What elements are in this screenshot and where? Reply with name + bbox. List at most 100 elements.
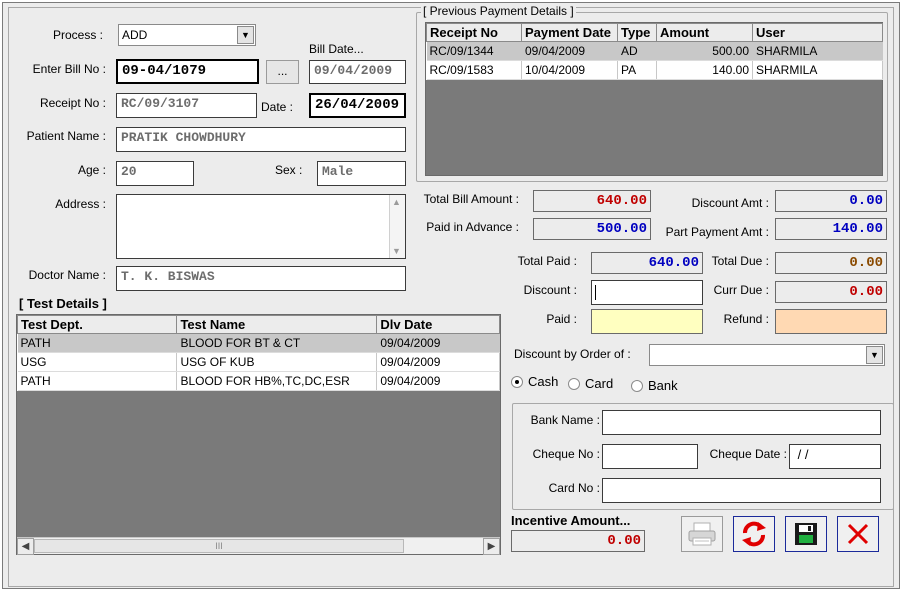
cell-dept: USG: [17, 352, 178, 372]
discount-amt-value: 0.00: [775, 190, 887, 212]
address-label: Address :: [55, 197, 106, 211]
bank-name-label: Bank Name :: [530, 413, 600, 427]
cheque-date-label: Cheque Date :: [709, 447, 787, 461]
table-row[interactable]: PATH BLOOD FOR HB%,TC,DC,ESR 09/04/2009: [17, 371, 500, 391]
card-radio[interactable]: Card: [568, 376, 613, 391]
card-no-label: Card No :: [548, 481, 600, 495]
print-button[interactable]: [681, 516, 723, 552]
scroll-right-icon[interactable]: ▶: [483, 538, 500, 555]
card-no-input[interactable]: [602, 478, 881, 503]
window: Process : ADD ▼ Bill Date... Enter Bill …: [2, 2, 900, 589]
discount-order-select[interactable]: ▼: [649, 344, 885, 366]
test-details-table: Test Dept. Test Name Dlv Date PATH BLOOD…: [16, 315, 500, 391]
paid-advance-value: 500.00: [533, 218, 651, 240]
doctor-name-label: Doctor Name :: [28, 268, 106, 282]
bill-date-field: 09/04/2009: [309, 60, 406, 84]
test-grid-hscrollbar[interactable]: ◀ III ▶: [17, 537, 500, 555]
discount-amt-label: Discount Amt :: [691, 196, 769, 210]
cell-type: PA: [617, 60, 657, 80]
col-receipt-no[interactable]: Receipt No: [426, 23, 522, 42]
previous-payments-grid[interactable]: Receipt No Payment Date Type Amount User…: [425, 22, 883, 176]
save-button[interactable]: [785, 516, 827, 552]
bill-date-label: Bill Date...: [309, 42, 364, 56]
cell-date: 09/04/2009: [376, 333, 500, 353]
scroll-up-icon[interactable]: ▲: [392, 197, 401, 207]
cell-dept: PATH: [17, 333, 178, 353]
text-cursor: [595, 285, 596, 300]
age-field: 20: [116, 161, 194, 186]
cell-amount: 140.00: [656, 60, 753, 80]
refresh-button[interactable]: [733, 516, 775, 552]
scroll-left-icon[interactable]: ◀: [17, 538, 34, 555]
receipt-no-label: Receipt No :: [39, 96, 106, 110]
close-button[interactable]: [837, 516, 879, 552]
cheque-date-input[interactable]: / /: [789, 444, 881, 469]
scroll-thumb[interactable]: III: [34, 539, 404, 553]
test-details-grid[interactable]: Test Dept. Test Name Dlv Date PATH BLOOD…: [16, 314, 501, 555]
bill-no-input[interactable]: 09-04/1079: [116, 59, 259, 84]
process-select[interactable]: ADD ▼: [118, 24, 256, 46]
paid-label: Paid :: [546, 312, 577, 326]
cell-receipt: RC/09/1583: [426, 60, 522, 80]
sex-field: Male: [317, 161, 406, 186]
address-textarea[interactable]: ▲ ▼: [116, 194, 406, 259]
paid-input[interactable]: [591, 309, 703, 334]
cell-receipt: RC/09/1344: [426, 41, 522, 61]
doctor-name-field: T. K. BISWAS: [116, 266, 406, 291]
incentive-value: 0.00: [511, 530, 645, 552]
card-label: Card: [585, 376, 614, 391]
col-test-name[interactable]: Test Name: [176, 315, 378, 334]
cell-type: AD: [617, 41, 657, 61]
previous-payments-title: [ Previous Payment Details ]: [421, 4, 576, 18]
col-user[interactable]: User: [752, 23, 883, 42]
discount-input[interactable]: [591, 280, 703, 305]
printer-icon: [688, 522, 716, 546]
form-body: Process : ADD ▼ Bill Date... Enter Bill …: [8, 4, 894, 587]
cell-date: 10/04/2009: [521, 60, 618, 80]
address-scrollbar[interactable]: ▲ ▼: [389, 195, 405, 258]
refund-label: Refund :: [723, 312, 769, 326]
table-row[interactable]: RC/09/1583 10/04/2009 PA 140.00 SHARMILA: [426, 60, 883, 80]
total-due-label: Total Due :: [711, 254, 769, 268]
curr-due-label: Curr Due :: [713, 283, 769, 297]
cell-name: BLOOD FOR BT & CT: [176, 333, 378, 353]
receipt-date-input[interactable]: 26/04/2009: [309, 93, 406, 118]
cell-date: 09/04/2009: [376, 352, 500, 372]
browse-bill-button[interactable]: ...: [266, 60, 299, 84]
test-details-title: [ Test Details ]: [19, 296, 107, 311]
date-label: Date :: [261, 100, 294, 114]
table-row[interactable]: RC/09/1344 09/04/2009 AD 500.00 SHARMILA: [426, 41, 883, 61]
col-test-dept[interactable]: Test Dept.: [16, 315, 178, 334]
col-type[interactable]: Type: [617, 23, 657, 42]
part-payment-value: 140.00: [775, 218, 887, 240]
patient-name-label: Patient Name :: [26, 129, 106, 143]
table-row[interactable]: USG USG OF KUB 09/04/2009: [17, 352, 500, 372]
discount-label: Discount :: [523, 283, 577, 297]
radio-icon: [631, 379, 643, 392]
scroll-down-icon[interactable]: ▼: [392, 246, 401, 256]
table-row[interactable]: PATH BLOOD FOR BT & CT 09/04/2009: [17, 333, 500, 353]
chevron-down-icon[interactable]: ▼: [866, 346, 883, 364]
curr-due-value: 0.00: [775, 281, 887, 303]
total-paid-label: Total Paid :: [517, 254, 577, 268]
bank-radio[interactable]: Bank: [631, 378, 678, 393]
chevron-down-icon[interactable]: ▼: [237, 26, 254, 44]
total-paid-value: 640.00: [591, 252, 703, 274]
cell-name: BLOOD FOR HB%,TC,DC,ESR: [176, 371, 378, 391]
col-amount[interactable]: Amount: [656, 23, 753, 42]
cell-user: SHARMILA: [752, 60, 883, 80]
cell-date: 09/04/2009: [376, 371, 500, 391]
total-bill-value: 640.00: [533, 190, 651, 212]
cheque-no-input[interactable]: [602, 444, 698, 469]
cell-user: SHARMILA: [752, 41, 883, 61]
discount-order-label: Discount by Order of :: [514, 347, 631, 361]
previous-payments-table: Receipt No Payment Date Type Amount User…: [426, 23, 883, 80]
sex-label: Sex :: [275, 163, 303, 177]
bank-name-input[interactable]: [602, 410, 881, 435]
cash-label: Cash: [528, 374, 559, 389]
radio-icon: [568, 377, 580, 390]
col-dlv-date[interactable]: Dlv Date: [376, 315, 500, 334]
paid-advance-label: Paid in Advance :: [426, 220, 519, 234]
col-payment-date[interactable]: Payment Date: [521, 23, 618, 42]
cash-radio[interactable]: Cash: [511, 374, 558, 389]
